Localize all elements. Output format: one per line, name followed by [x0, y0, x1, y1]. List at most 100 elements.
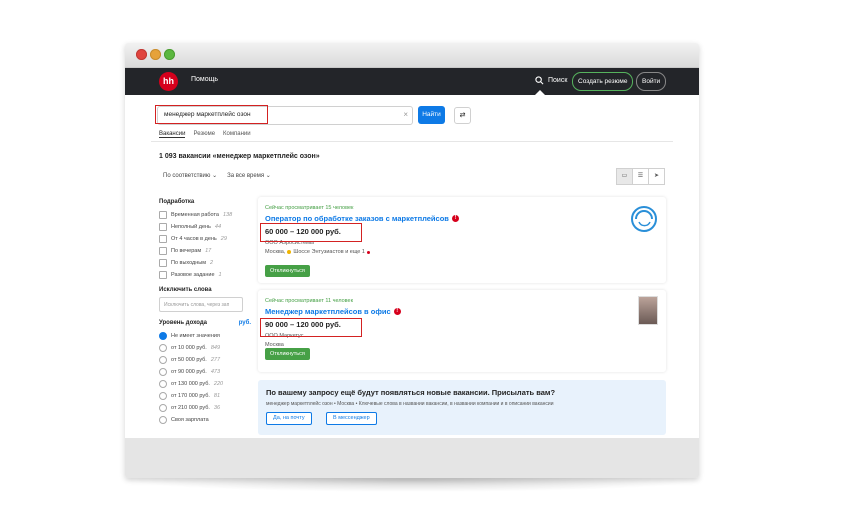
income-radio-row[interactable]: от 90 000 руб. 473 [159, 366, 245, 378]
checkbox[interactable] [159, 223, 167, 231]
filter-heading-income: Уровень дохода руб. [159, 320, 251, 326]
radio-button[interactable] [159, 368, 167, 376]
income-count: 473 [210, 369, 221, 375]
income-radio-row[interactable]: от 130 000 руб. 220 [159, 378, 245, 390]
filter-label: Разовое задание [171, 272, 215, 278]
filter-count: 1 [218, 272, 222, 278]
filter-label: Временная работа [171, 212, 219, 218]
active-caret [535, 90, 545, 95]
income-label: от 50 000 руб. [171, 357, 207, 363]
filter-checkbox-row[interactable]: От 4 часов в день 29 [159, 233, 245, 245]
filter-label: Неполный день [171, 224, 211, 230]
income-label: от 210 000 руб. [171, 405, 210, 411]
maximize-window-icon[interactable] [164, 49, 175, 60]
income-label: от 130 000 руб. [171, 381, 210, 387]
filter-heading-exclude: Исключить слова [159, 287, 212, 293]
tab-vacancies[interactable]: Вакансии [159, 131, 186, 138]
highlight-search-query [155, 105, 268, 124]
income-radio-row[interactable]: от 210 000 руб. 36 [159, 402, 245, 414]
radio-button[interactable] [159, 380, 167, 388]
checkbox[interactable] [159, 247, 167, 255]
tabs-divider [151, 141, 673, 142]
sort-controls: По соответствию ⌄ За все время ⌄ [163, 172, 271, 179]
income-count: 81 [213, 393, 221, 399]
tab-resumes[interactable]: Резюме [193, 131, 215, 138]
create-resume-button[interactable]: Создать резюме [572, 72, 634, 91]
filters-sidebar: Подработка Временная работа 138 Неполный д… [159, 199, 251, 426]
radio-button[interactable] [159, 332, 167, 340]
hot-icon: ! [451, 215, 459, 222]
filter-label: По вечерам [171, 248, 202, 254]
radio-button[interactable] [159, 416, 167, 424]
radio-button[interactable] [159, 392, 167, 400]
hot-icon: ! [393, 308, 401, 315]
login-button[interactable]: Войти [636, 72, 667, 91]
currency-selector[interactable]: руб. [239, 320, 251, 326]
subscribe-messenger-button[interactable]: В мессенджер [326, 412, 377, 425]
compact-view-icon[interactable]: ☰ [632, 168, 649, 185]
vacancy-title-link[interactable]: Оператор по обработке заказов с маркетпл… [265, 214, 459, 223]
minimize-window-icon[interactable] [150, 49, 161, 60]
income-radio-row[interactable]: от 50 000 руб. 277 [159, 354, 245, 366]
respond-button[interactable]: Откликнуться [265, 348, 310, 360]
radio-button[interactable] [159, 344, 167, 352]
tab-companies[interactable]: Компании [223, 131, 251, 138]
clear-icon[interactable]: × [403, 110, 408, 119]
filter-count: 17 [205, 248, 212, 254]
highlight-salary-2 [260, 318, 362, 337]
income-count: 849 [210, 345, 221, 351]
help-link[interactable]: Помощь [191, 76, 218, 83]
subscribe-title: По вашему запросу ещё будут появляться н… [266, 388, 556, 397]
metro-line-icon [366, 250, 370, 254]
filter-count: 44 [214, 224, 222, 230]
checkbox[interactable] [159, 211, 167, 219]
filter-heading-details: Подработка [159, 199, 195, 205]
map-view-icon[interactable]: ➤ [648, 168, 665, 185]
subscribe-banner: По вашему запросу ещё будут появляться н… [258, 380, 666, 435]
hh-logo[interactable]: hh [159, 72, 178, 91]
income-radio-row[interactable]: Не имеет значения [159, 330, 245, 342]
respond-button[interactable]: Откликнуться [265, 265, 310, 277]
highlight-salary-1 [260, 223, 362, 242]
window-titlebar [125, 43, 699, 68]
income-radio-row[interactable]: от 170 000 руб. 81 [159, 390, 245, 402]
checkbox[interactable] [159, 235, 167, 243]
sort-dropdown[interactable]: По соответствию ⌄ [163, 172, 217, 179]
vacancy-title-link[interactable]: Менеджер маркетплейсов в офис! [265, 307, 401, 316]
close-window-icon[interactable] [136, 49, 147, 60]
income-radio-row[interactable]: от 10 000 руб. 849 [159, 342, 245, 354]
filter-checkbox-row[interactable]: По выходным 2 [159, 257, 245, 269]
company-logo [638, 296, 658, 325]
income-count: 277 [210, 357, 221, 363]
header-search-link[interactable]: Поиск [535, 76, 567, 85]
exclude-words-input[interactable]: Исключить слова, через зап [159, 297, 243, 312]
filter-checkbox-row[interactable]: Временная работа 138 [159, 209, 245, 221]
search-icon [535, 76, 544, 85]
header-search-label: Поиск [548, 77, 568, 84]
advanced-filter-icon[interactable]: ⇄ [454, 107, 471, 124]
period-dropdown[interactable]: За все время ⌄ [227, 172, 271, 179]
subscribe-text: менеджер маркетплейс озон • Москва • Клю… [266, 401, 554, 407]
filter-label: От 4 часов в день [171, 236, 217, 242]
filter-count: 29 [220, 236, 227, 242]
list-view-icon[interactable]: ▭ [616, 168, 633, 185]
filter-checkbox-row[interactable]: Разовое задание 1 [159, 269, 245, 281]
filter-checkbox-row[interactable]: Неполный день 44 [159, 221, 245, 233]
metro-icon [287, 250, 292, 254]
radio-button[interactable] [159, 356, 167, 364]
checkbox[interactable] [159, 271, 167, 279]
subscribe-email-button[interactable]: Да, на почту [266, 412, 312, 425]
checkbox[interactable] [159, 259, 167, 267]
browser-window: hh Помощь Поиск Создать резюме Войти мен… [125, 43, 699, 478]
filter-label: По выходным [171, 260, 207, 266]
results-count: 1 093 вакансии «менеджер маркетплейс озо… [159, 153, 320, 160]
income-radio-row[interactable]: Своя зарплата [159, 414, 245, 426]
filter-checkbox-row[interactable]: По вечерам 17 [159, 245, 245, 257]
income-label: Своя зарплата [171, 417, 209, 423]
find-button[interactable]: Найти [418, 106, 445, 124]
viewers-count: Сейчас просматривает 15 человек [265, 205, 354, 211]
radio-button[interactable] [159, 404, 167, 412]
income-label: Не имеет значения [171, 333, 220, 339]
income-label: от 170 000 руб. [171, 393, 210, 399]
income-count: 220 [213, 381, 224, 387]
